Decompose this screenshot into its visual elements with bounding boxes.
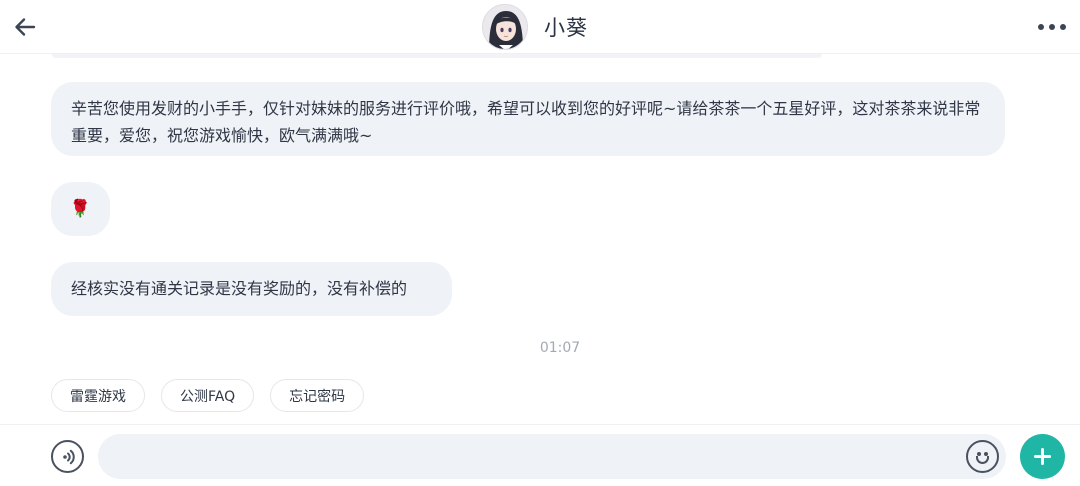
more-button[interactable]: [1032, 10, 1072, 44]
rose-emoji: 🌹: [69, 198, 92, 219]
message-bubble: 辛苦您使用发财的小手手，仅针对妹妹的服务进行评价哦，希望可以收到您的好评呢~请给…: [51, 82, 1005, 156]
previous-message-edge: [52, 54, 822, 58]
avatar[interactable]: [482, 4, 528, 50]
quick-replies: 雷霆游戏 公测FAQ 忘记密码: [51, 379, 380, 412]
quick-reply-chip[interactable]: 雷霆游戏: [51, 379, 145, 412]
more-horizontal-icon: [1038, 24, 1044, 30]
message-text: 辛苦您使用发财的小手手，仅针对妹妹的服务进行评价哦，希望可以收到您的好评呢~请给…: [71, 99, 981, 145]
message-input[interactable]: [98, 434, 1006, 479]
quick-reply-chip[interactable]: 公测FAQ: [161, 379, 255, 412]
input-bar: [0, 424, 1080, 486]
emoji-button[interactable]: [966, 440, 999, 473]
arrow-left-icon: [15, 18, 36, 36]
chat-header: 小葵: [0, 0, 1080, 54]
voice-icon: [62, 449, 75, 464]
message-timestamp: 01:07: [539, 340, 581, 356]
message-text: 经核实没有通关记录是没有奖励的，没有补偿的: [71, 279, 408, 298]
message-bubble: 经核实没有通关记录是没有奖励的，没有补偿的: [51, 262, 452, 316]
add-button[interactable]: [1020, 434, 1065, 479]
chat-screen: 小葵 辛苦您使用发财的小手手，仅针对妹妹的服务进行评价哦，希望可以收到您的好评呢…: [0, 0, 1080, 486]
message-bubble: 🌹: [51, 182, 110, 236]
back-button[interactable]: [8, 10, 42, 44]
voice-button[interactable]: [51, 440, 84, 473]
contact-info[interactable]: 小葵: [482, 4, 588, 50]
contact-name: 小葵: [544, 16, 588, 40]
quick-reply-chip[interactable]: 忘记密码: [270, 379, 365, 412]
